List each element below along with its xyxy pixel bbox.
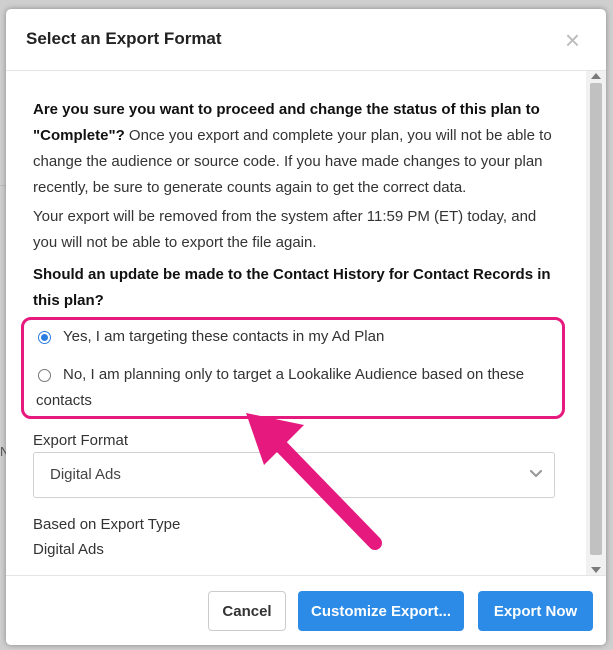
scrollbar-thumb[interactable]: [590, 83, 602, 555]
radio-yes-label[interactable]: Yes, I am targeting these contacts in my…: [63, 324, 553, 350]
warning-paragraph: Are you sure you want to proceed and cha…: [33, 97, 563, 201]
modal-title: Select an Export Format: [26, 29, 222, 48]
scroll-up-arrow-icon[interactable]: [591, 73, 601, 79]
scrollbar[interactable]: [586, 71, 606, 575]
modal-header: Select an Export Format ×: [6, 9, 606, 71]
radio-yes[interactable]: [38, 331, 51, 344]
contact-history-question: Should an update be made to the Contact …: [33, 266, 551, 309]
pointer-arrow-icon: [246, 413, 382, 550]
export-now-button[interactable]: Export Now: [478, 591, 593, 631]
removal-notice: Your export will be removed from the sys…: [33, 208, 537, 251]
export-format-value: Digital Ads: [50, 466, 121, 483]
export-type-value: Digital Ads: [33, 541, 104, 558]
customize-export-button[interactable]: Customize Export...: [298, 591, 464, 631]
chevron-down-icon: [529, 469, 543, 478]
export-type-label: Based on Export Type: [33, 516, 181, 533]
modal-footer: Cancel Customize Export... Export Now: [6, 575, 606, 645]
export-format-label: Export Format: [33, 432, 129, 449]
cancel-button[interactable]: Cancel: [208, 591, 286, 631]
close-icon[interactable]: ×: [565, 27, 580, 53]
scroll-down-arrow-icon[interactable]: [591, 567, 601, 573]
